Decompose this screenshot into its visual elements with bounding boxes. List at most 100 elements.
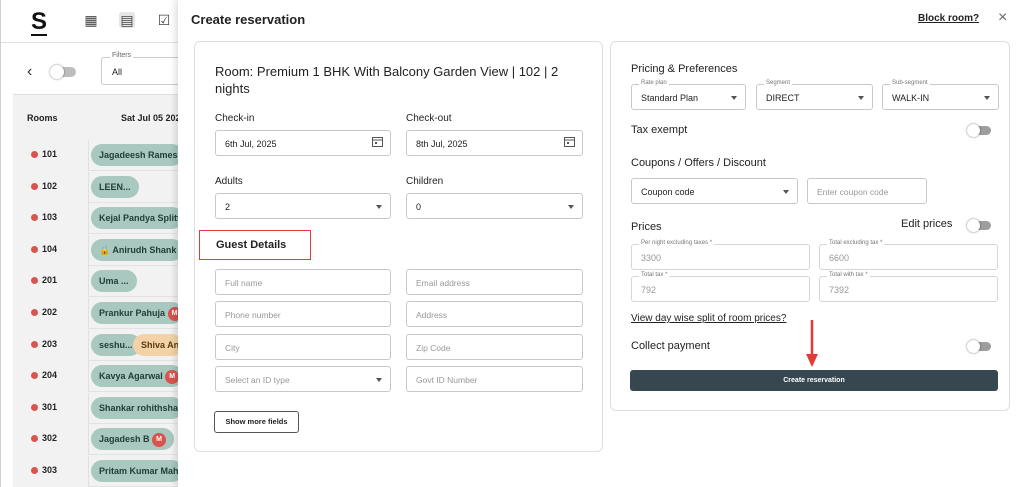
- status-dot-icon: [31, 213, 38, 221]
- booking-guest-name: Shankar rohithshar: [99, 403, 182, 413]
- status-dot-icon: [31, 403, 38, 411]
- checkout-value: 8th Jul, 2025: [416, 139, 468, 149]
- app-logo[interactable]: S: [31, 8, 48, 36]
- calendar-icon[interactable]: [372, 136, 383, 150]
- lock-icon: 🔒: [99, 245, 113, 255]
- booking-pill[interactable]: Shankar rohithshar: [91, 397, 183, 419]
- tax-exempt-label: Tax exempt: [631, 124, 688, 136]
- checkin-field[interactable]: 6th Jul, 2025: [215, 130, 391, 156]
- room-number-label: 302: [42, 433, 58, 443]
- booking-pill[interactable]: LEEN...: [91, 176, 139, 198]
- id-type-placeholder: Select an ID type: [225, 375, 290, 385]
- booking-pill[interactable]: Jagadeesh Ramesh: [91, 144, 183, 166]
- email-input[interactable]: Email address: [406, 269, 583, 295]
- booking-guest-name: Shiva An: [141, 340, 180, 350]
- checkout-field[interactable]: 8th Jul, 2025: [406, 130, 583, 156]
- create-reservation-button[interactable]: Create reservation: [630, 370, 998, 391]
- room-number: 201: [31, 275, 57, 285]
- adults-select[interactable]: 2: [215, 193, 391, 219]
- id-type-select[interactable]: Select an ID type: [215, 366, 391, 392]
- close-icon[interactable]: ×: [998, 9, 1007, 27]
- address-placeholder: Address: [416, 310, 448, 320]
- booking-guest-name: Kavya Agarwal: [99, 371, 163, 381]
- chevron-down-icon: [858, 96, 864, 100]
- calendar-icon[interactable]: ▤: [119, 12, 135, 28]
- back-arrow-icon[interactable]: ‹: [27, 63, 32, 81]
- chevron-down-icon: [568, 205, 574, 209]
- sub-segment-value: WALK-IN: [892, 93, 930, 103]
- room-number-label: 202: [42, 307, 58, 317]
- govt-id-placeholder: Govt ID Number: [416, 375, 478, 385]
- status-dot-icon: [31, 182, 38, 190]
- city-input[interactable]: City: [215, 334, 391, 360]
- prices-title: Prices: [631, 221, 662, 233]
- coupon-code-input[interactable]: Enter coupon code: [807, 178, 927, 204]
- total-excl-value: 6600: [829, 253, 850, 263]
- chevron-down-icon: [783, 190, 789, 194]
- room-number-label: 102: [42, 181, 58, 191]
- children-value: 0: [416, 202, 422, 212]
- block-room-link[interactable]: Block room?: [918, 13, 979, 24]
- booking-pill[interactable]: 🔒 Anirudh Shank: [91, 239, 183, 261]
- phone-input[interactable]: Phone number: [215, 301, 391, 327]
- booking-pill[interactable]: Prankur Pahuja M: [91, 302, 183, 324]
- create-reservation-modal: Create reservation Block room? × Room: P…: [178, 0, 1024, 487]
- room-number: 101: [31, 149, 57, 159]
- booking-guest-name: Uma ...: [99, 276, 129, 286]
- zip-placeholder: Zip Code: [416, 343, 451, 353]
- total-with-tax-field: Total with tax * 7392: [819, 272, 998, 302]
- checkin-value: 6th Jul, 2025: [225, 139, 277, 149]
- room-number: 102: [31, 181, 57, 191]
- booking-pill[interactable]: Shiva An: [133, 334, 183, 356]
- total-with-tax-label: Total with tax *: [827, 272, 870, 278]
- status-dot-icon: [31, 245, 38, 253]
- address-input[interactable]: Address: [406, 301, 583, 327]
- booking-pill[interactable]: Uma ...: [91, 270, 137, 292]
- govt-id-input[interactable]: Govt ID Number: [406, 366, 583, 392]
- collect-payment-label: Collect payment: [631, 340, 710, 352]
- booking-pill[interactable]: Jagadesh B M: [91, 428, 175, 450]
- room-number-label: 104: [42, 244, 58, 254]
- segment-select[interactable]: Segment DIRECT: [756, 80, 873, 110]
- booking-guest-name: LEEN...: [99, 182, 131, 192]
- booking-pill[interactable]: Kejal Pandya Splitte: [91, 207, 183, 229]
- total-with-tax-value: 7392: [829, 285, 850, 295]
- status-dot-icon: [31, 466, 38, 474]
- status-dot-icon: [31, 434, 38, 442]
- grid-view-icon[interactable]: ▦: [83, 12, 99, 28]
- room-number-label: 301: [42, 402, 58, 412]
- show-more-fields-button[interactable]: Show more fields: [214, 411, 299, 433]
- full-name-input[interactable]: Full name: [215, 269, 391, 295]
- total-tax-label: Total tax *: [639, 272, 670, 278]
- collect-payment-toggle[interactable]: [967, 340, 991, 353]
- booking-pill[interactable]: Pritam Kumar Maha: [91, 460, 183, 482]
- children-select[interactable]: 0: [406, 193, 583, 219]
- rate-plan-label: Rate plan: [639, 80, 669, 86]
- status-dot-icon: [31, 150, 38, 158]
- status-dot-icon: [31, 371, 38, 379]
- chevron-down-icon: [376, 378, 382, 382]
- booking-pill[interactable]: Kavya Agarwal M: [91, 365, 183, 387]
- total-excl-field: Total excluding tax * 6600: [819, 240, 998, 270]
- grid-header-date: Sat Jul 05 202: [121, 113, 181, 123]
- zip-input[interactable]: Zip Code: [406, 334, 583, 360]
- modal-title: Create reservation: [191, 12, 306, 27]
- annotation-arrow-icon: [806, 320, 818, 367]
- edit-prices-toggle[interactable]: [967, 219, 991, 232]
- rate-plan-select[interactable]: Rate plan Standard Plan: [631, 80, 746, 110]
- view-toggle[interactable]: [50, 65, 76, 79]
- per-night-label: Per night excluding taxes *: [639, 240, 715, 246]
- room-number-label: 103: [42, 212, 58, 222]
- task-icon[interactable]: ☑: [156, 12, 172, 28]
- filter-label: Filters: [110, 52, 134, 59]
- calendar-icon[interactable]: [564, 136, 575, 150]
- status-dot-icon: [31, 276, 38, 284]
- rate-plan-value: Standard Plan: [641, 93, 699, 103]
- room-number: 303: [31, 465, 57, 475]
- sub-segment-select[interactable]: Sub-segment WALK-IN: [882, 80, 999, 110]
- full-name-placeholder: Full name: [225, 278, 263, 288]
- day-wise-split-link[interactable]: View day wise split of room prices?: [631, 313, 786, 324]
- tax-exempt-toggle[interactable]: [967, 124, 991, 137]
- coupon-type-select[interactable]: Coupon code: [631, 178, 798, 204]
- checkout-label: Check-out: [406, 113, 452, 124]
